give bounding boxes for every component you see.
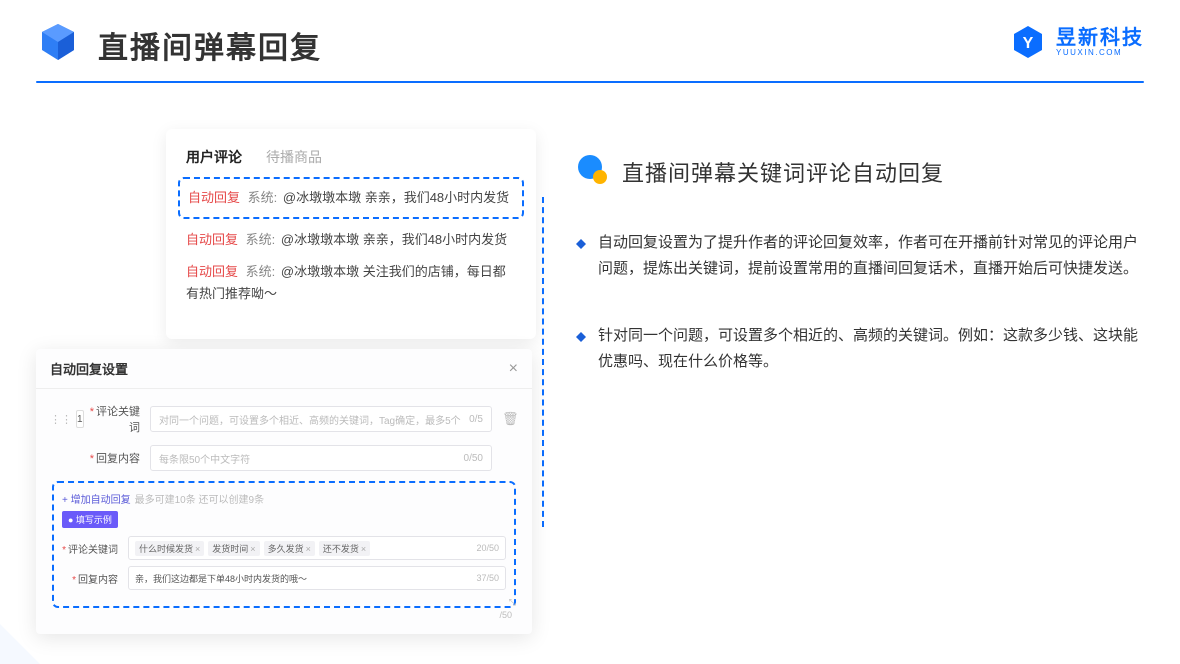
example-badge: ● 填写示例	[62, 511, 118, 528]
decoration-corner	[0, 624, 40, 664]
brand-name: 昱新科技	[1056, 28, 1144, 48]
ex-content-label: *回复内容	[62, 571, 118, 586]
ex-keyword-label: *评论关键词	[62, 541, 118, 556]
drag-handle[interactable]: ⋮⋮1	[50, 410, 70, 428]
tag-item[interactable]: 发货时间×	[208, 541, 259, 556]
comments-panel: 用户评论 待播商品 自动回复 系统: @冰墩墩本墩 亲亲，我们48小时内发货 自…	[166, 129, 536, 339]
outside-count: /50	[50, 608, 518, 620]
keyword-input[interactable]: 对同一个问题，可设置多个相近、高频的关键词，Tag确定，最多5个 0/5	[150, 406, 492, 432]
diamond-bullet-icon	[576, 236, 586, 283]
ex-keyword-tags[interactable]: 什么时候发货× 发货时间× 多久发货× 还不发货× 20/50	[128, 536, 506, 560]
comment-row: 自动回复 系统: @冰墩墩本墩 关注我们的店铺，每日都有热门推荐呦～	[186, 261, 516, 305]
ex-content-input[interactable]: 亲，我们这边都是下单48小时内发货的哦～ 37/50	[128, 566, 506, 590]
bubble-icon	[576, 153, 608, 190]
close-icon[interactable]: ×	[509, 360, 518, 378]
add-hint: 最多可建10条 还可以创建9条	[135, 491, 264, 506]
keyword-label: *评论关键词	[80, 403, 140, 435]
dialog-title: 自动回复设置	[50, 359, 128, 378]
comment-row: 自动回复 系统: @冰墩墩本墩 亲亲，我们48小时内发货	[186, 229, 516, 251]
system-label: 系统:	[246, 232, 276, 247]
add-auto-reply-link[interactable]: + 增加自动回复	[62, 491, 131, 506]
tab-pending-products[interactable]: 待播商品	[266, 147, 322, 167]
tag-item[interactable]: 什么时候发货×	[135, 541, 204, 556]
placeholder-text: 每条限50个中文字符	[159, 451, 250, 466]
auto-reply-tag: 自动回复	[186, 232, 238, 247]
cube-icon	[36, 20, 80, 69]
bullet-text: 针对同一个问题，可设置多个相近的、高频的关键词。例如：这款多少钱、这块能优惠吗、…	[598, 323, 1144, 376]
resize-icon[interactable]: ⤡	[509, 597, 516, 608]
auto-reply-settings-dialog: 自动回复设置 × ⋮⋮1 *评论关键词 对同一个问题，可设置多个相近、高频的关键…	[36, 349, 532, 634]
page-title: 直播间弹幕回复	[98, 23, 322, 67]
diamond-bullet-icon	[576, 329, 586, 376]
system-label: 系统:	[248, 190, 278, 205]
tag-item[interactable]: 多久发货×	[264, 541, 315, 556]
auto-reply-tag: 自动回复	[188, 190, 240, 205]
char-count: 0/50	[464, 453, 483, 464]
svg-text:Y: Y	[1023, 35, 1034, 52]
section-heading: 直播间弹幕关键词评论自动回复	[622, 156, 944, 188]
tag-item[interactable]: 还不发货×	[319, 541, 370, 556]
char-count: 37/50	[476, 573, 499, 583]
connector-line	[542, 197, 544, 527]
brand-icon: Y	[1010, 24, 1046, 60]
delete-icon[interactable]: 🗑	[502, 411, 518, 427]
tab-user-comments[interactable]: 用户评论	[186, 147, 242, 167]
char-count: 20/50	[476, 543, 499, 553]
brand-logo: Y 昱新科技 YUUXIN.COM	[1010, 24, 1144, 60]
comment-text: @冰墩墩本墩 亲亲，我们48小时内发货	[281, 232, 507, 247]
bullet-text: 自动回复设置为了提升作者的评论回复效率，作者可在开播前针对常见的评论用户问题，提…	[598, 230, 1144, 283]
placeholder-text: 对同一个问题，可设置多个相近、高频的关键词，Tag确定，最多5个	[159, 412, 461, 427]
ex-content-value: 亲，我们这边都是下单48小时内发货的哦～	[135, 572, 307, 585]
char-count: 0/5	[469, 414, 483, 425]
brand-domain: YUUXIN.COM	[1056, 48, 1144, 57]
content-input[interactable]: 每条限50个中文字符 0/50	[150, 445, 492, 471]
comment-row-highlighted: 自动回复 系统: @冰墩墩本墩 亲亲，我们48小时内发货	[178, 177, 524, 219]
comment-text: @冰墩墩本墩 亲亲，我们48小时内发货	[283, 190, 509, 205]
system-label: 系统:	[246, 264, 276, 279]
auto-reply-tag: 自动回复	[186, 264, 238, 279]
example-section: + 增加自动回复 最多可建10条 还可以创建9条 ● 填写示例 *评论关键词 什…	[52, 481, 516, 608]
content-label: *回复内容	[80, 450, 140, 466]
